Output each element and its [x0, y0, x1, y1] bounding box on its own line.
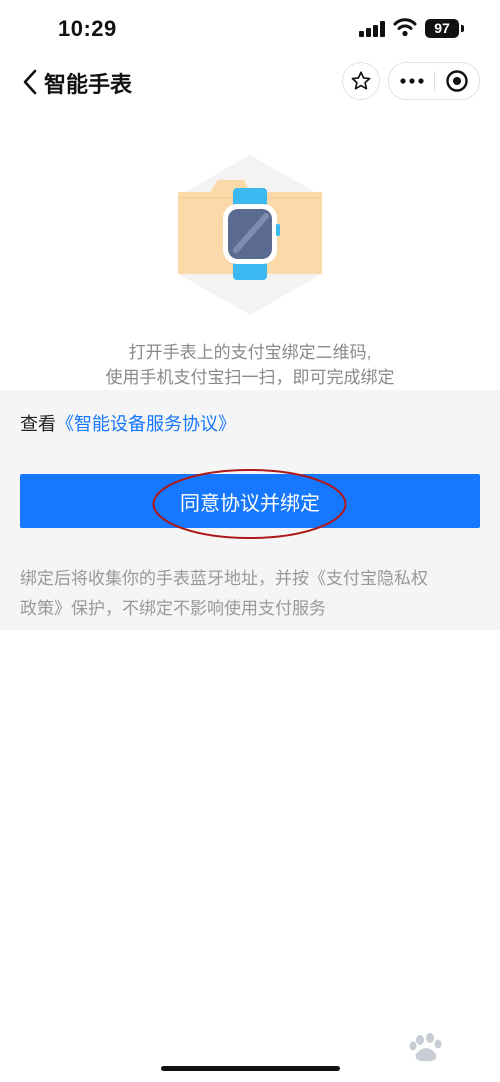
agreement-prefix: 查看	[20, 414, 56, 434]
battery-nub	[461, 25, 464, 32]
page-title: 智能手表	[44, 72, 133, 97]
nav-bar: 智能手表	[0, 58, 500, 104]
more-button[interactable]	[389, 63, 434, 99]
status-bar: 10:29 97	[0, 0, 500, 60]
agreement-section: 查看《智能设备服务协议》 同意协议并绑定 绑定后将收集你的手表蓝牙地址，并按《支…	[0, 390, 500, 630]
battery-icon: 97	[425, 19, 459, 38]
close-target-icon	[446, 70, 468, 92]
more-icon	[399, 78, 424, 84]
privacy-notice: 绑定后将收集你的手表蓝牙地址，并按《支付宝隐私权 政策》保护，不绑定不影响使用支…	[20, 564, 490, 624]
agreement-line: 查看《智能设备服务协议》	[20, 410, 236, 436]
back-icon[interactable]	[20, 68, 42, 96]
service-agreement-link[interactable]: 《智能设备服务协议》	[56, 414, 236, 434]
status-time: 10:29	[58, 16, 117, 41]
signal-icon	[359, 21, 385, 37]
instruction-line-1: 打开手表上的支付宝绑定二维码,	[128, 343, 372, 362]
wifi-icon	[393, 18, 417, 37]
favorite-button[interactable]	[342, 62, 380, 100]
instruction-line-2: 使用手机支付宝扫一扫，即可完成绑定	[105, 368, 395, 387]
close-button[interactable]	[435, 63, 479, 99]
star-icon	[351, 71, 371, 90]
smartwatch-folder-icon	[178, 155, 322, 315]
binding-instruction: 打开手表上的支付宝绑定二维码, 使用手机支付宝扫一扫，即可完成绑定	[0, 340, 500, 390]
mini-program-capsule	[388, 62, 480, 100]
baidu-watermark-logo	[409, 1033, 442, 1062]
home-indicator[interactable]	[161, 1066, 340, 1071]
agree-and-bind-button[interactable]: 同意协议并绑定	[20, 474, 480, 528]
notice-line-2: 政策》保护，不绑定不影响使用支付服务	[20, 599, 326, 618]
notice-line-1: 绑定后将收集你的手表蓝牙地址，并按《支付宝隐私权	[20, 569, 428, 588]
